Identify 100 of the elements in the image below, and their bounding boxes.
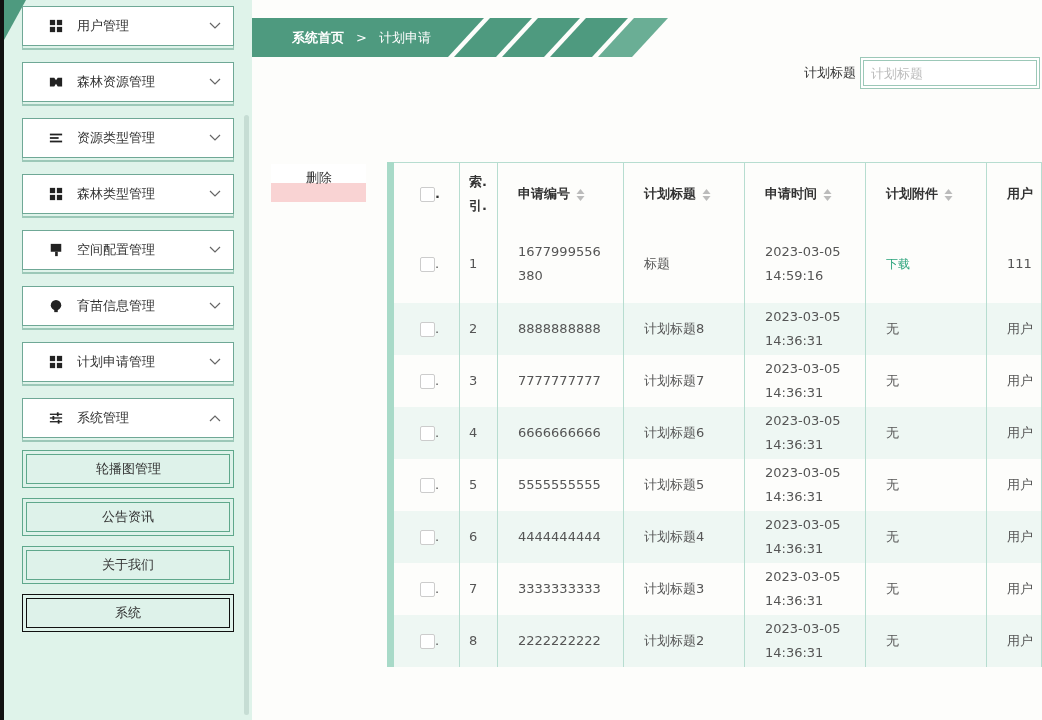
column-header[interactable]: 申请编号 [518, 186, 585, 201]
grid-icon [49, 19, 63, 33]
table-cell: 标题 [644, 256, 670, 271]
table-cell: 计划标题6 [644, 425, 705, 440]
checkbox-suffix: . [435, 186, 440, 201]
checkbox-suffix: . [435, 633, 440, 648]
table-cell-text: 3333333333 [518, 580, 602, 598]
column-header[interactable]: 计划标题 [644, 186, 711, 201]
table-cell: 计划标题4 [644, 529, 705, 544]
chevron-down-icon [209, 302, 221, 310]
table-cell: 计划标题2 [644, 633, 705, 648]
sort-icon[interactable] [823, 187, 832, 202]
chevron-down-icon [209, 246, 221, 254]
checkbox-suffix: . [435, 529, 440, 544]
submenu-item[interactable]: 公告资讯 [22, 498, 234, 536]
table-cell: 2 [469, 321, 478, 336]
table-cell-text: 2023-03-05 14:36:31 [765, 464, 842, 506]
table-cell-text: 2222222222 [518, 632, 602, 650]
scrollbar[interactable] [244, 115, 249, 715]
table-cell: 用户 [1007, 633, 1033, 648]
table-cell: 用户 [1007, 477, 1033, 492]
table-cell: 无 [886, 633, 899, 648]
checkbox[interactable] [420, 322, 435, 337]
table-cell: 计划标题7 [644, 373, 705, 388]
sort-icon[interactable] [944, 187, 953, 202]
table-cell-text: 2023-03-05 14:36:31 [765, 412, 842, 454]
checkbox-suffix: . [435, 477, 440, 492]
checkbox[interactable] [420, 426, 435, 441]
grid-icon [49, 187, 63, 201]
table-cell-text: 1677999556380 [518, 243, 602, 285]
search-label: 计划标题 [804, 64, 856, 82]
column-header[interactable]: 申请时间 [765, 186, 832, 201]
table-cell: 用户 [1007, 425, 1033, 440]
checkbox[interactable] [420, 478, 435, 493]
table-cell: 3 [469, 373, 478, 388]
chevron-down-icon [209, 134, 221, 142]
table-cell: 用户 [1007, 373, 1033, 388]
table-cell: 无 [886, 581, 899, 596]
chevron-down-icon [209, 358, 221, 366]
table-cell: 无 [886, 321, 899, 336]
table-cell-text: 8888888888 [518, 320, 602, 338]
checkbox[interactable] [420, 374, 435, 389]
checkbox[interactable] [420, 530, 435, 545]
table-cell: 用户 [1007, 581, 1033, 596]
table-cell: 8 [469, 633, 478, 648]
column-header: 用户 [1007, 186, 1033, 201]
chevron-down-icon [209, 22, 221, 30]
table-cell-text: 2023-03-05 14:36:31 [765, 360, 842, 402]
table-cell: 无 [886, 477, 899, 492]
column-header: 索.引. [469, 173, 486, 215]
table-cell-text: 6666666666 [518, 424, 602, 442]
lines-icon [49, 131, 63, 145]
table-cell: 计划标题8 [644, 321, 705, 336]
checkbox[interactable] [420, 187, 435, 202]
checkbox-suffix: . [435, 256, 440, 271]
table-cell-text: 2023-03-05 14:36:31 [765, 568, 842, 610]
table-cell: 5 [469, 477, 478, 492]
bulb-icon [49, 299, 63, 313]
sort-icon[interactable] [702, 187, 711, 202]
checkbox-suffix: . [435, 321, 440, 336]
table-cell-text: 2023-03-05 14:36:31 [765, 308, 842, 350]
table-cell: 7 [469, 581, 478, 596]
checkbox-suffix: . [435, 425, 440, 440]
table-cell-text: 7777777777 [518, 372, 602, 390]
chevron-up-icon [209, 414, 221, 422]
checkbox[interactable] [420, 257, 435, 272]
chevron-down-icon [209, 190, 221, 198]
table-cell: 4 [469, 425, 478, 440]
column-header[interactable]: 计划附件 [886, 186, 953, 201]
table-cell: 无 [886, 425, 899, 440]
grid-icon [49, 355, 63, 369]
submenu-item[interactable]: 关于我们 [22, 546, 234, 584]
sort-icon[interactable] [576, 187, 585, 202]
table-cell: 用户 [1007, 529, 1033, 544]
breadcrumb-current: 计划申请 [378, 28, 431, 47]
table-cell-text: 4444444444 [518, 528, 602, 546]
submenu-item[interactable]: 系统 [22, 594, 234, 632]
chevron-down-icon [209, 78, 221, 86]
search-field[interactable]: 计划标题 [860, 57, 1040, 89]
table-cell-text: 5555555555 [518, 476, 602, 494]
delete-button[interactable]: 删除 [271, 164, 366, 202]
breadcrumb-separator: > [356, 30, 367, 45]
checkbox[interactable] [420, 634, 435, 649]
submenu-item[interactable]: 轮播图管理 [22, 450, 234, 488]
checkbox[interactable] [420, 582, 435, 597]
sliders-icon [49, 411, 63, 425]
table-cell: 1 [469, 256, 478, 271]
table-cell-text: 2023-03-05 14:36:31 [765, 620, 842, 662]
table-cell: 计划标题3 [644, 581, 705, 596]
table-cell-text: 2023-03-05 14:36:31 [765, 516, 842, 558]
table-cell: 计划标题5 [644, 477, 705, 492]
checkbox-suffix: . [435, 373, 440, 388]
brush-icon [49, 243, 63, 257]
checkbox-suffix: . [435, 581, 440, 596]
table-cell: 用户 [1007, 321, 1033, 336]
table-cell: 111 [1007, 256, 1032, 271]
table-cell-text: 2023-03-05 14:59:16 [765, 243, 842, 285]
table-cell: 6 [469, 529, 478, 544]
table-cell: 无 [886, 373, 899, 388]
bowtie-icon [49, 75, 63, 89]
